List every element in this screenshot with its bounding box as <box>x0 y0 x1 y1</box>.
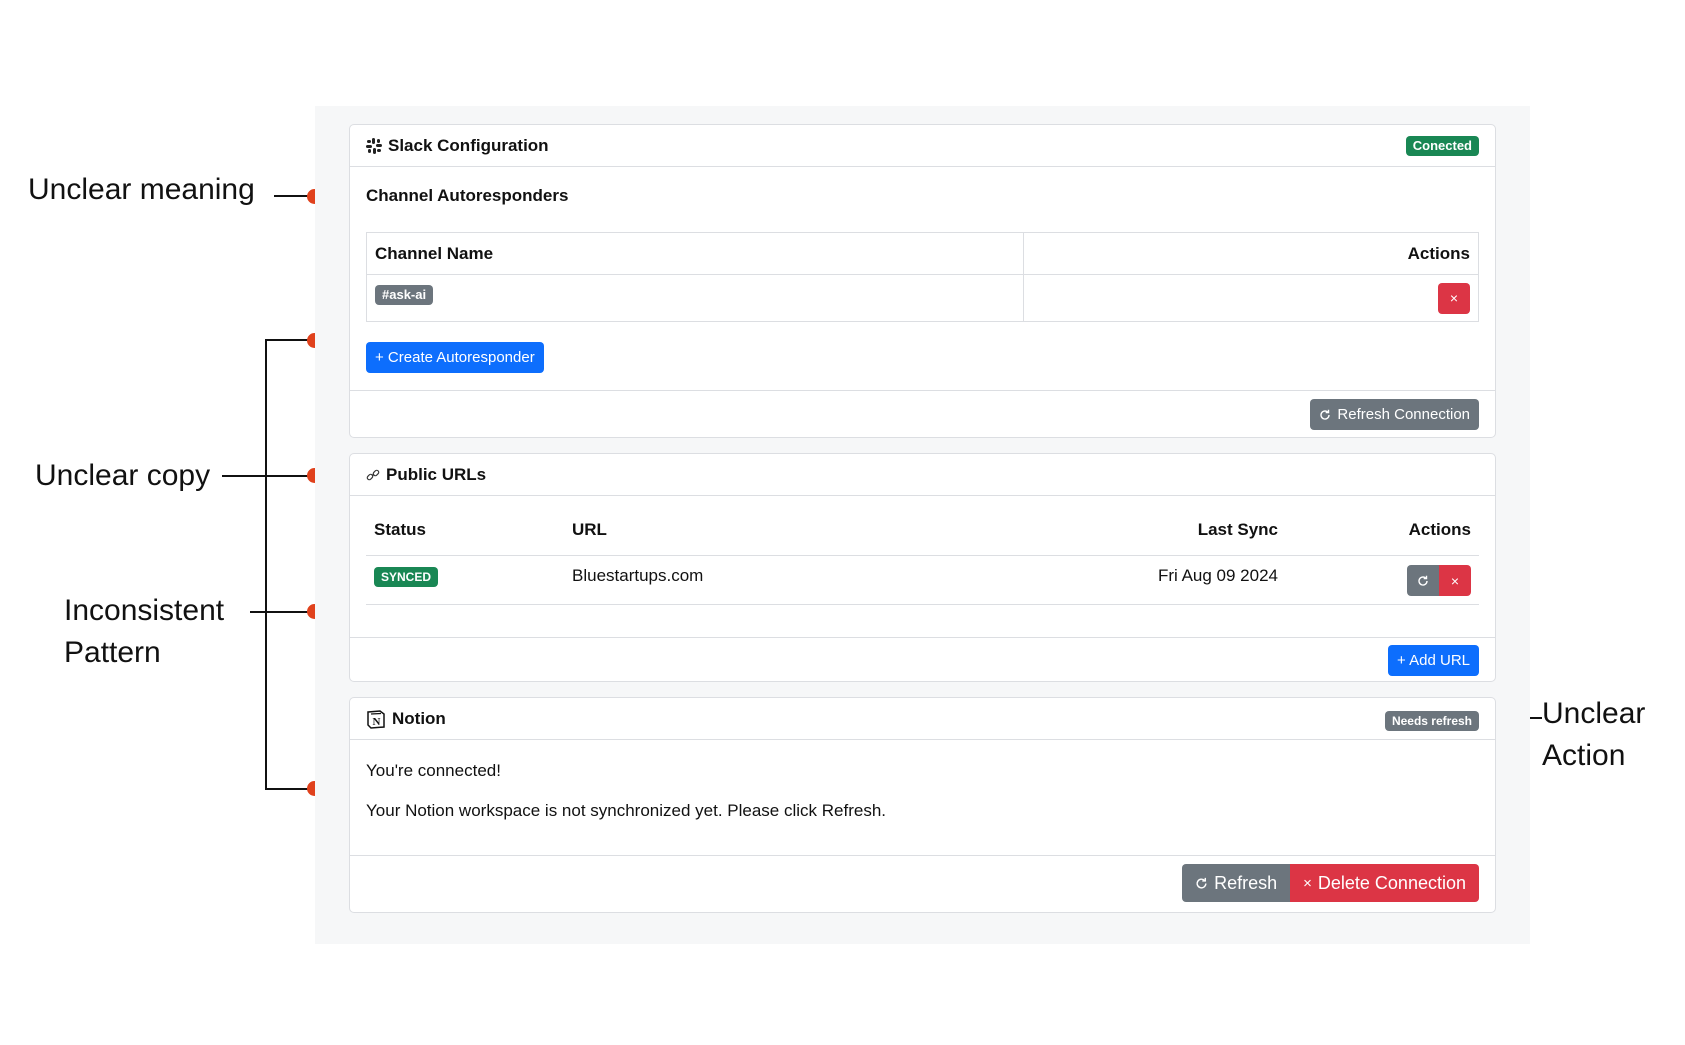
close-icon: × <box>1303 874 1312 892</box>
url-value: Bluestartups.com <box>572 566 704 585</box>
annotation-bracket <box>265 340 267 789</box>
slack-card-header: Slack Configuration Conected <box>350 125 1495 167</box>
channel-badge: #ask-ai <box>375 285 434 305</box>
notion-icon: N <box>366 709 386 729</box>
delete-connection-button[interactable]: × Delete Connection <box>1290 864 1479 902</box>
refresh-icon <box>1195 877 1208 890</box>
notion-connected-text: You're connected! <box>366 761 501 780</box>
column-last-sync: Last Sync <box>1197 520 1278 539</box>
notion-actions: Refresh × Delete Connection <box>1182 864 1479 902</box>
url-actions: × <box>1407 565 1471 596</box>
public-urls-card-footer: + Add URL <box>350 637 1495 684</box>
column-actions: Actions <box>1408 520 1471 539</box>
table-row: SYNCED Bluestartups.com Fri Aug 09 2024 … <box>366 556 1479 605</box>
slack-card-title: Slack Configuration <box>366 136 549 156</box>
delete-url-button[interactable]: × <box>1439 565 1471 596</box>
delete-connection-label: Delete Connection <box>1317 872 1466 893</box>
notion-card-header: N Notion Needs refresh <box>350 698 1495 740</box>
close-icon: × <box>1449 290 1459 306</box>
public-urls-card: Public URLs Status URL Last Sync Actions… <box>349 453 1496 682</box>
annotation-unclear-meaning: Unclear meaning <box>28 173 255 206</box>
slack-card-footer: Refresh Connection <box>350 390 1495 440</box>
annotation-connector <box>250 611 315 613</box>
notion-card-footer: Refresh × Delete Connection <box>350 855 1495 915</box>
refresh-connection-label: Refresh Connection <box>1337 406 1470 423</box>
annotation-inconsistent: Inconsistent <box>64 594 225 627</box>
slack-title: Slack Configuration <box>388 135 549 155</box>
refresh-icon <box>1319 409 1331 421</box>
last-sync-value: Fri Aug 09 2024 <box>1157 566 1278 585</box>
synced-badge: SYNCED <box>374 567 439 587</box>
public-urls-card-header: Public URLs <box>350 454 1495 496</box>
column-channel-name: Channel Name <box>366 232 1024 275</box>
urls-table: Status URL Last Sync Actions SYNCED Blue… <box>366 496 1479 605</box>
slack-card: Slack Configuration Conected Channel Aut… <box>349 124 1496 438</box>
slack-icon <box>366 137 382 154</box>
close-icon: × <box>1450 572 1460 589</box>
annotation-unclear-copy: Unclear copy <box>35 459 211 492</box>
refresh-label: Refresh <box>1214 872 1278 893</box>
slack-status-badge: Conected <box>1405 136 1479 156</box>
channel-autoresponders-title: Channel Autoresponders <box>366 186 569 205</box>
column-status: Status <box>374 520 426 539</box>
refresh-connection-button[interactable]: Refresh Connection <box>1310 399 1479 430</box>
annotation-pattern: Pattern <box>64 636 161 669</box>
annotation-action: Action <box>1542 739 1626 772</box>
add-url-button[interactable]: + Add URL <box>1388 645 1479 676</box>
delete-autoresponder-button[interactable]: × <box>1438 282 1470 314</box>
annotation-connector <box>222 475 315 477</box>
public-urls-title: Public URLs <box>386 464 487 484</box>
column-url: URL <box>572 520 607 539</box>
notion-sync-message: Your Notion workspace is not synchronize… <box>366 801 887 820</box>
refresh-icon <box>1417 575 1429 587</box>
table-header-row: Channel Name Actions <box>366 232 1479 275</box>
notion-status-badge: Needs refresh <box>1384 711 1479 731</box>
table-row: #ask-ai × <box>366 274 1479 322</box>
autoresponders-table: Channel Name Actions #ask-ai × <box>366 232 1479 322</box>
resync-url-button[interactable] <box>1407 565 1439 596</box>
svg-text:N: N <box>373 716 381 728</box>
table-header-row: Status URL Last Sync Actions <box>366 496 1479 556</box>
create-autoresponder-button[interactable]: + Create Autoresponder <box>366 342 544 373</box>
refresh-button[interactable]: Refresh <box>1182 864 1291 902</box>
column-actions: Actions <box>1023 232 1479 275</box>
notion-title: Notion <box>392 708 446 728</box>
notion-card: N Notion Needs refresh You're connected!… <box>349 697 1496 913</box>
link-icon <box>366 468 380 482</box>
annotation-unclear-action: Unclear <box>1542 697 1646 730</box>
